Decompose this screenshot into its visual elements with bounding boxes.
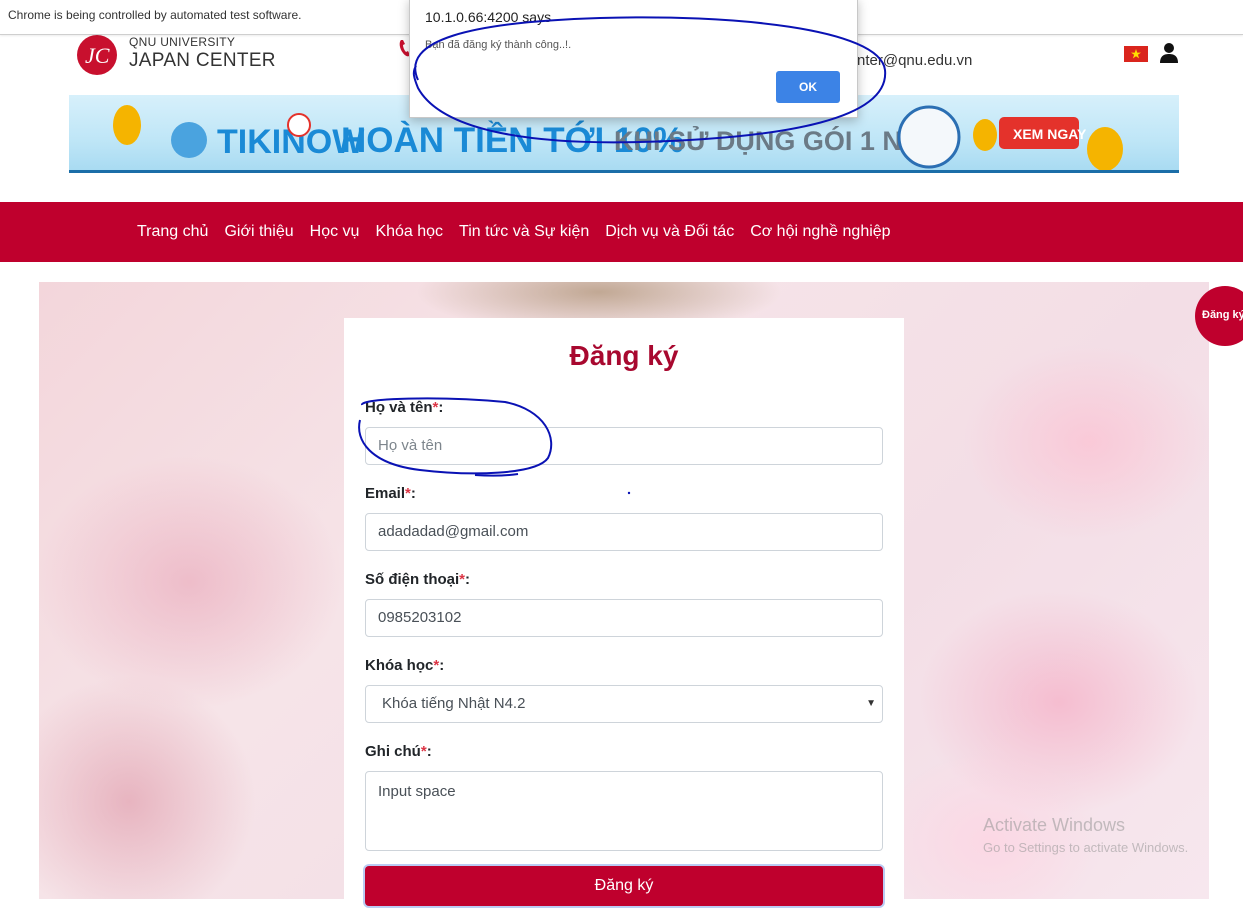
contact-email[interactable]: nter@qnu.edu.vn bbox=[857, 52, 972, 69]
course-selected-value: Khóa tiếng Nhật N4.2 bbox=[382, 695, 526, 712]
nav-item-courses[interactable]: Khóa học bbox=[375, 202, 443, 262]
name-label: Họ và tên*: bbox=[365, 399, 444, 416]
form-title: Đăng ký bbox=[569, 340, 679, 371]
vietnam-flag-icon[interactable] bbox=[1124, 46, 1148, 62]
svg-text:XEM NGAY: XEM NGAY bbox=[1013, 126, 1087, 142]
note-label: Ghi chú*: bbox=[365, 743, 432, 760]
name-field[interactable]: Họ và tên bbox=[365, 427, 883, 465]
infobar-text: Chrome is being controlled by automated … bbox=[8, 8, 302, 22]
course-select[interactable]: Khóa tiếng Nhật N4.2 ▼ bbox=[365, 685, 883, 723]
rocket-icon bbox=[171, 122, 207, 158]
jc-logo-icon[interactable]: JC bbox=[74, 34, 122, 76]
user-icon[interactable] bbox=[1159, 42, 1179, 64]
required-mark: * bbox=[405, 485, 411, 502]
dialog-ok-button[interactable]: OK bbox=[776, 71, 840, 103]
balloon-icon bbox=[113, 105, 141, 145]
main-nav: Trang chủ Giới thiệu Học vụ Khóa học Tin… bbox=[0, 202, 1243, 262]
dialog-title: 10.1.0.66:4200 says bbox=[425, 9, 552, 25]
required-mark: * bbox=[433, 657, 440, 674]
nav-item-about[interactable]: Giới thiệu bbox=[224, 202, 293, 262]
banner-subline: KHI SỬ DỤNG GÓI 1 NĂM bbox=[614, 124, 944, 156]
registration-form: Đăng ký Họ và tên*: Họ và tên Email*: ad… bbox=[344, 318, 904, 918]
nav-item-services[interactable]: Dịch vụ và Đối tác bbox=[605, 202, 734, 262]
submit-button[interactable]: Đăng ký bbox=[365, 866, 883, 906]
mascot-icon bbox=[897, 105, 961, 169]
alert-dialog: 10.1.0.66:4200 says Bạn đã đăng ký thành… bbox=[409, 0, 858, 118]
required-mark: * bbox=[459, 571, 466, 588]
nav-item-careers[interactable]: Cơ hội nghề nghiệp bbox=[750, 202, 890, 262]
windows-watermark-subtitle: Go to Settings to activate Windows. bbox=[983, 840, 1189, 855]
dialog-message: Bạn đã đăng ký thành công..!. bbox=[425, 39, 572, 51]
nav-item-news[interactable]: Tin tức và Sự kiện bbox=[459, 202, 589, 262]
required-mark: * bbox=[420, 743, 427, 760]
svg-text:JC: JC bbox=[85, 43, 110, 68]
required-mark: * bbox=[432, 399, 439, 416]
email-label: Email*: bbox=[365, 485, 416, 502]
logo-center-text: JAPAN CENTER bbox=[129, 50, 276, 71]
nav-item-home[interactable]: Trang chủ bbox=[137, 202, 208, 262]
chevron-down-icon: ▼ bbox=[866, 698, 876, 709]
phone-label: Số điện thoại*: bbox=[365, 571, 471, 588]
windows-watermark-title: Activate Windows bbox=[983, 815, 1126, 835]
nav-item-academics[interactable]: Học vụ bbox=[310, 202, 360, 262]
phone-field[interactable]: 0985203102 bbox=[365, 599, 883, 637]
email-field[interactable]: adadadad@gmail.com bbox=[365, 513, 883, 551]
logo-university-text: QNU UNIVERSITY bbox=[129, 35, 236, 49]
note-textarea[interactable]: Input space bbox=[365, 771, 883, 851]
course-label: Khóa học*: bbox=[365, 657, 445, 674]
